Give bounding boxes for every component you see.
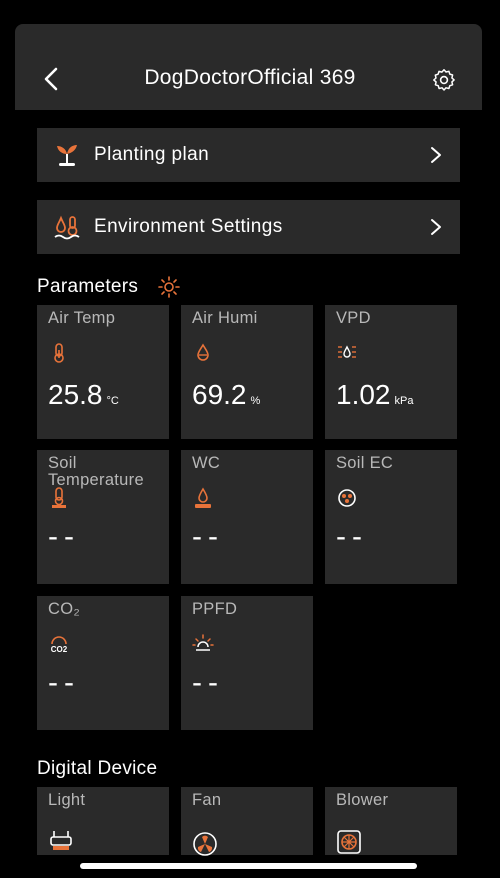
param-name: Air Humi	[192, 309, 258, 327]
param-value: 1.02 kPa	[336, 379, 414, 410]
thermometer-icon	[54, 343, 64, 363]
device-name: Fan	[192, 791, 222, 809]
planting-plan-label: Planting plan	[94, 144, 210, 165]
param-card-vpd[interactable]: VPD 1.02 kPa	[325, 305, 457, 439]
page-title: DogDoctorOfficial 369	[144, 66, 356, 89]
param-card-air-humi[interactable]: Air Humi 69.2%	[181, 305, 313, 439]
environment-settings-label: Environment Settings	[94, 216, 283, 237]
gear-icon[interactable]	[432, 68, 456, 92]
param-name: Soil EC	[336, 454, 394, 472]
chevron-right-icon	[431, 147, 441, 163]
param-value: --	[48, 520, 80, 553]
device-card-fan[interactable]: Fan	[181, 787, 313, 856]
vpd-icon	[338, 345, 356, 358]
co2-icon: CO2	[51, 636, 68, 654]
device-name: Blower	[336, 791, 389, 809]
param-card-soil-temperature[interactable]: Soil Temperature --	[37, 450, 169, 584]
chevron-right-icon	[431, 219, 441, 235]
param-name: CO₂	[48, 600, 81, 618]
seedling-icon	[57, 145, 77, 166]
param-value: 69.2%	[192, 379, 261, 410]
param-name: Air Temp	[48, 309, 116, 327]
param-card-ppfd[interactable]: PPFD --	[181, 596, 313, 730]
sun-icon	[158, 276, 180, 298]
param-value: --	[48, 666, 80, 699]
param-name: WC	[192, 454, 221, 472]
device-card-blower[interactable]: Blower	[325, 787, 457, 855]
home-indicator[interactable]	[80, 863, 417, 869]
param-value: 25.8 °C	[48, 379, 119, 410]
device-name: Light	[48, 791, 86, 809]
param-card-soil-ec[interactable]: Soil EC --	[325, 450, 457, 584]
param-card-co2[interactable]: CO₂ CO2 --	[37, 596, 169, 730]
param-name: PPFD	[192, 600, 238, 618]
droplet-icon	[197, 343, 209, 361]
param-value: --	[336, 520, 368, 553]
thermometer-humidity-icon	[54, 215, 80, 240]
planting-plan-row[interactable]: Planting plan	[37, 128, 460, 182]
soil-ec-icon	[338, 489, 356, 507]
fan-icon	[193, 832, 217, 856]
environment-settings-row[interactable]: Environment Settings	[37, 200, 460, 254]
param-value: --	[192, 666, 224, 699]
parameters-heading: Parameters	[37, 276, 139, 297]
water-content-icon	[195, 487, 211, 508]
param-name: VPD	[336, 309, 371, 327]
param-card-air-temp[interactable]: Air Temp 25.8 °C	[37, 305, 169, 439]
param-name: Soil Temperature	[48, 454, 144, 489]
soil-thermometer-icon	[52, 487, 66, 508]
device-card-light[interactable]: Light	[37, 787, 169, 855]
digital-device-heading: Digital Device	[37, 758, 158, 779]
grow-light-icon	[50, 831, 72, 850]
svg-text:CO2: CO2	[51, 645, 68, 654]
blower-icon	[337, 830, 361, 854]
light-sensor-icon	[192, 634, 214, 651]
param-card-wc[interactable]: WC --	[181, 450, 313, 584]
param-value: --	[192, 520, 224, 553]
